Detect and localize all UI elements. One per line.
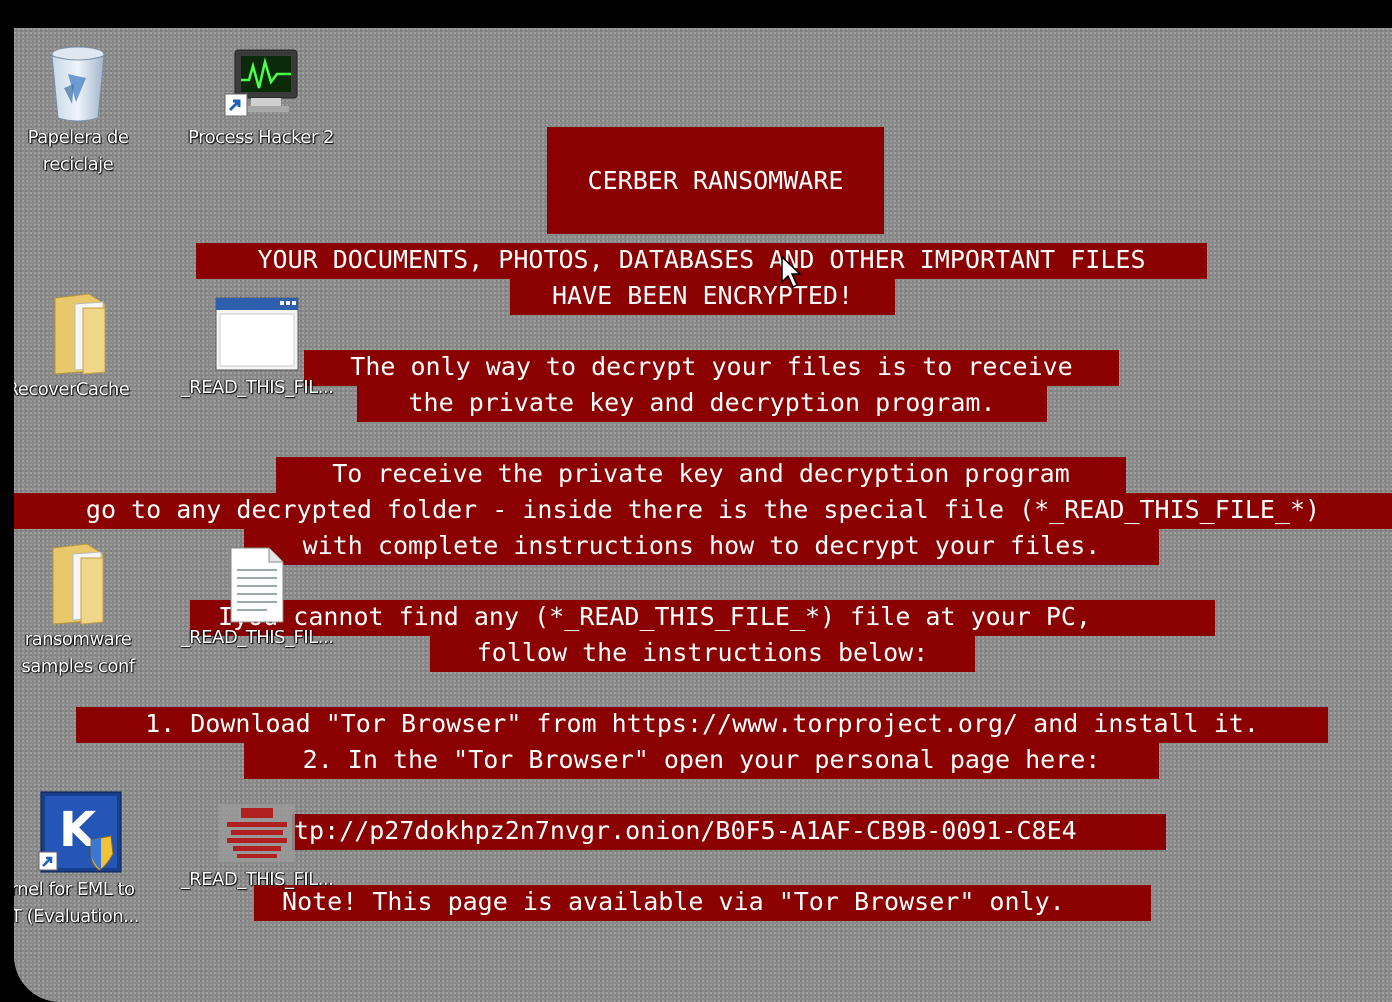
ransom-title: CERBER RANSOMWARE: [587, 166, 844, 195]
label-line: samples conf: [21, 656, 135, 677]
note-line-11: 2. In the "Tor Browser" open your person…: [244, 743, 1159, 779]
folder-icon: [43, 540, 113, 626]
note-line-4: the private key and decryption program.: [357, 386, 1047, 422]
ransom-title-box: CERBER RANSOMWARE: [547, 127, 884, 234]
recycle-bin-icon: [46, 44, 110, 124]
desktop-icon-label: _READ_THIS_FIL...: [172, 374, 342, 401]
desktop-icon-label: ransomware samples conf: [14, 626, 153, 680]
note-line-9: follow the instructions below:: [430, 636, 975, 672]
note-line-12-url: tp://p27dokhpz2n7nvgr.onion/B0F5-A1AF-CB…: [292, 814, 1166, 850]
label-line: reciclaje: [42, 154, 114, 175]
label-line: ST (Evaluation...: [14, 906, 139, 927]
desktop-icon-read-this-file-hta[interactable]: _READ_THIS_FIL...: [172, 296, 342, 401]
screenshot-frame: CERBER RANSOMWARE YOUR DOCUMENTS, PHOTOS…: [0, 0, 1392, 1002]
label-line: _READ_THIS_FIL...: [180, 869, 334, 890]
desktop-icon-label: Process Hacker 2: [181, 124, 341, 151]
desktop-icon-read-this-file-html[interactable]: _READ_THIS_FIL...: [172, 800, 342, 893]
desktop-icon-recycle-bin[interactable]: Papelera de reciclaje: [14, 44, 153, 178]
desktop-icon-read-this-file-txt[interactable]: _READ_THIS_FIL...: [172, 546, 342, 651]
note-line-3: The only way to decrypt your files is to…: [304, 350, 1119, 386]
note-line-7: with complete instructions how to decryp…: [244, 529, 1159, 565]
desktop-icon-process-hacker[interactable]: Process Hacker 2: [181, 44, 341, 151]
desktop-icon-kernel-eml-to-pst[interactable]: K ernel for EML to ST (Evaluation...: [14, 790, 160, 930]
note-line-10: 1. Download "Tor Browser" from https://w…: [76, 707, 1328, 743]
desktop-icon-label: _READ_THIS_FIL...: [172, 624, 342, 651]
label-line: ransomware: [24, 629, 132, 650]
note-line-6: go to any decrypted folder - inside ther…: [14, 493, 1392, 529]
note-line-1: YOUR DOCUMENTS, PHOTOS, DATABASES AND OT…: [196, 243, 1207, 279]
desktop-icon-label: _READ_THIS_FIL...: [172, 866, 342, 893]
text-document-icon: [227, 546, 287, 624]
desktop-icon-label: ernel for EML to ST (Evaluation...: [14, 876, 160, 930]
desktop-icon-ransomware-samples-folder[interactable]: ransomware samples conf: [14, 540, 153, 680]
window-app-icon: [214, 296, 300, 374]
note-line-5: To receive the private key and decryptio…: [276, 457, 1126, 493]
mouse-cursor-icon: [781, 255, 803, 295]
note-line-13: Note! This page is available via "Tor Br…: [254, 885, 1151, 921]
html-document-icon: [217, 800, 297, 866]
label-line: tRecoverCache: [14, 379, 130, 400]
note-line-2: HAVE BEEN ENCRYPTED!: [510, 279, 895, 315]
label-line: ernel for EML to: [14, 879, 135, 900]
note-line-8: Iyou cannot find any (*_READ_THIS_FILE_*…: [190, 600, 1215, 636]
desktop-icon-label: Papelera de reciclaje: [14, 124, 153, 178]
folder-icon: [45, 290, 115, 376]
label-line: _READ_THIS_FIL...: [180, 377, 334, 398]
note-line-13-text: ote! This page is available via "Tor Bro…: [297, 887, 1065, 916]
label-line: Process Hacker 2: [188, 127, 334, 148]
label-line: Papelera de: [27, 127, 129, 148]
desktop-icon-label: tRecoverCache: [14, 376, 160, 403]
process-hacker-icon: [221, 44, 301, 124]
note-line-8-text: you cannot find any (*_READ_THIS_FILE_*)…: [233, 602, 1091, 631]
label-line: _READ_THIS_FIL...: [180, 627, 334, 648]
desktop-background: CERBER RANSOMWARE YOUR DOCUMENTS, PHOTOS…: [14, 28, 1392, 1002]
desktop-icon-trecovercache-folder[interactable]: tRecoverCache: [14, 290, 160, 403]
kernel-app-icon: K: [37, 790, 123, 876]
